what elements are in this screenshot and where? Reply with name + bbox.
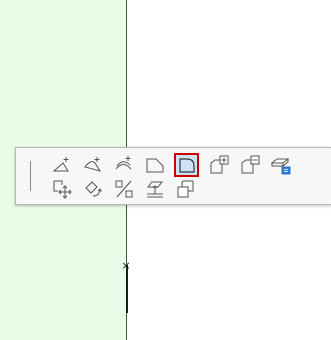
pet-palette-row-2 xyxy=(50,178,205,200)
subtract-from-polygon-icon xyxy=(241,155,259,174)
drag-move-button[interactable] xyxy=(50,178,73,200)
offset-edge-button[interactable] xyxy=(112,154,135,176)
insert-node-icon xyxy=(52,157,69,172)
elevate-icon xyxy=(146,181,163,198)
wall-segment-line[interactable] xyxy=(126,265,128,313)
subtract-from-polygon-button[interactable] xyxy=(238,154,261,176)
drawing-canvas[interactable]: × xyxy=(0,0,331,340)
pet-palette-row-1 xyxy=(50,153,300,177)
elevate-button[interactable] xyxy=(143,178,166,200)
resize-offset-icon xyxy=(177,180,193,198)
rotate-button[interactable] xyxy=(81,178,104,200)
mirror-icon xyxy=(115,180,132,198)
rotate-icon xyxy=(84,181,102,197)
chamfer-corner-button[interactable] xyxy=(143,154,166,176)
offset-all-edges-button[interactable] xyxy=(174,178,197,200)
fillet-corner-icon xyxy=(178,158,195,173)
fillet-corner-button[interactable] xyxy=(174,153,199,177)
insert-arc-node-icon xyxy=(83,157,101,172)
offset-edge-icon xyxy=(115,156,131,170)
pet-palette xyxy=(15,147,331,205)
drag-move-icon xyxy=(53,180,72,199)
edit-slab-settings-icon xyxy=(270,158,290,175)
mirror-button[interactable] xyxy=(112,178,135,200)
insert-arc-node-button[interactable] xyxy=(81,154,104,176)
chamfer-corner-icon xyxy=(146,158,163,173)
insert-node-button[interactable] xyxy=(50,154,73,176)
palette-grip-handle[interactable] xyxy=(30,161,31,191)
hotspot-marker[interactable]: × xyxy=(121,260,131,271)
add-to-polygon-icon xyxy=(210,155,228,174)
edit-slab-settings-button[interactable] xyxy=(269,154,292,176)
add-to-polygon-button[interactable] xyxy=(207,154,230,176)
